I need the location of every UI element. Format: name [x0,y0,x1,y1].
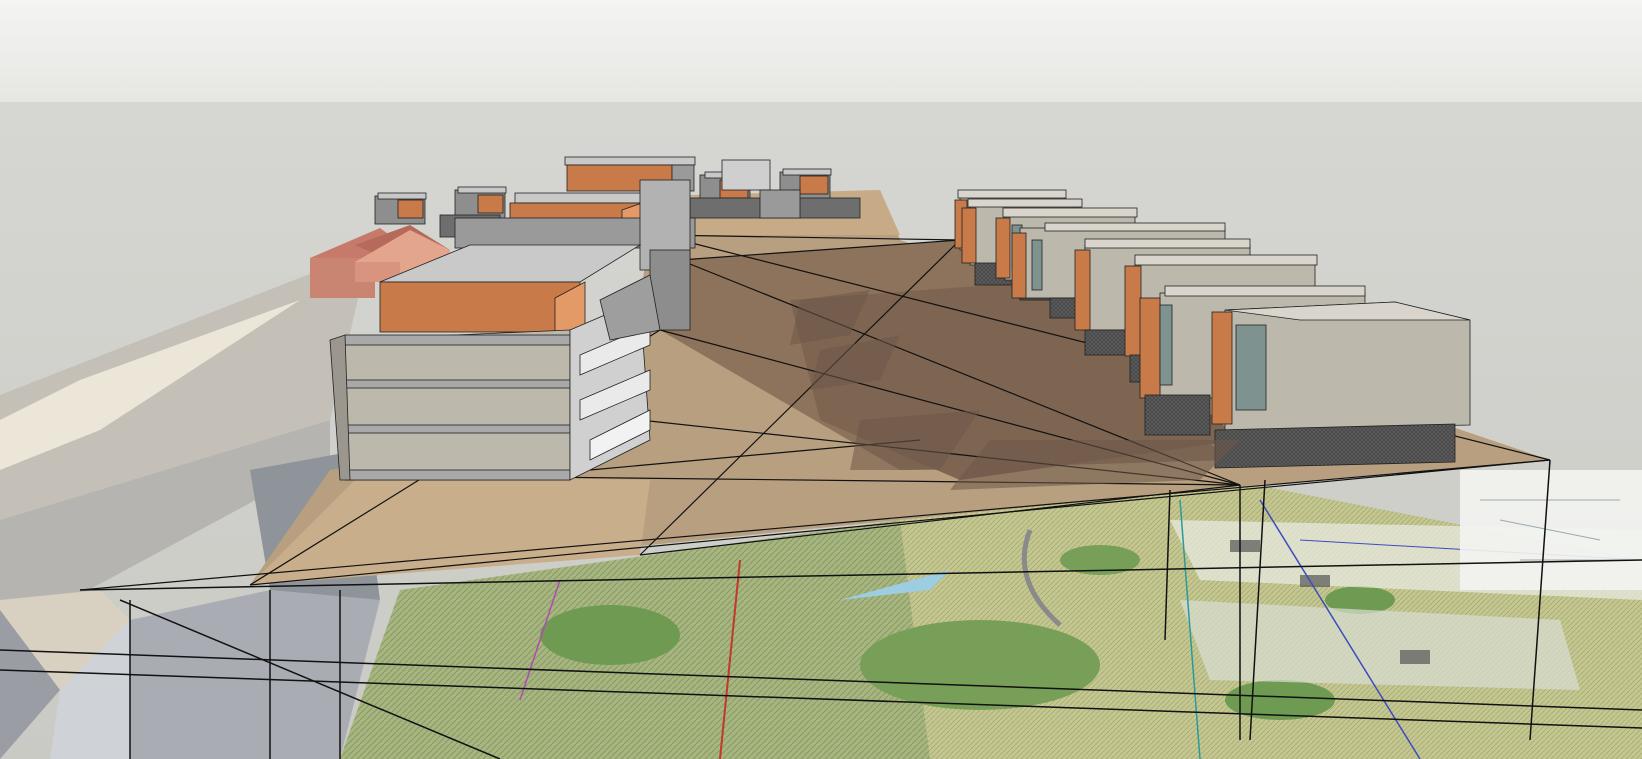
sky [0,0,1642,102]
modular-house-8 [1211,301,1471,469]
scene-render [0,0,1642,759]
3d-model-viewport[interactable] [0,0,1642,759]
